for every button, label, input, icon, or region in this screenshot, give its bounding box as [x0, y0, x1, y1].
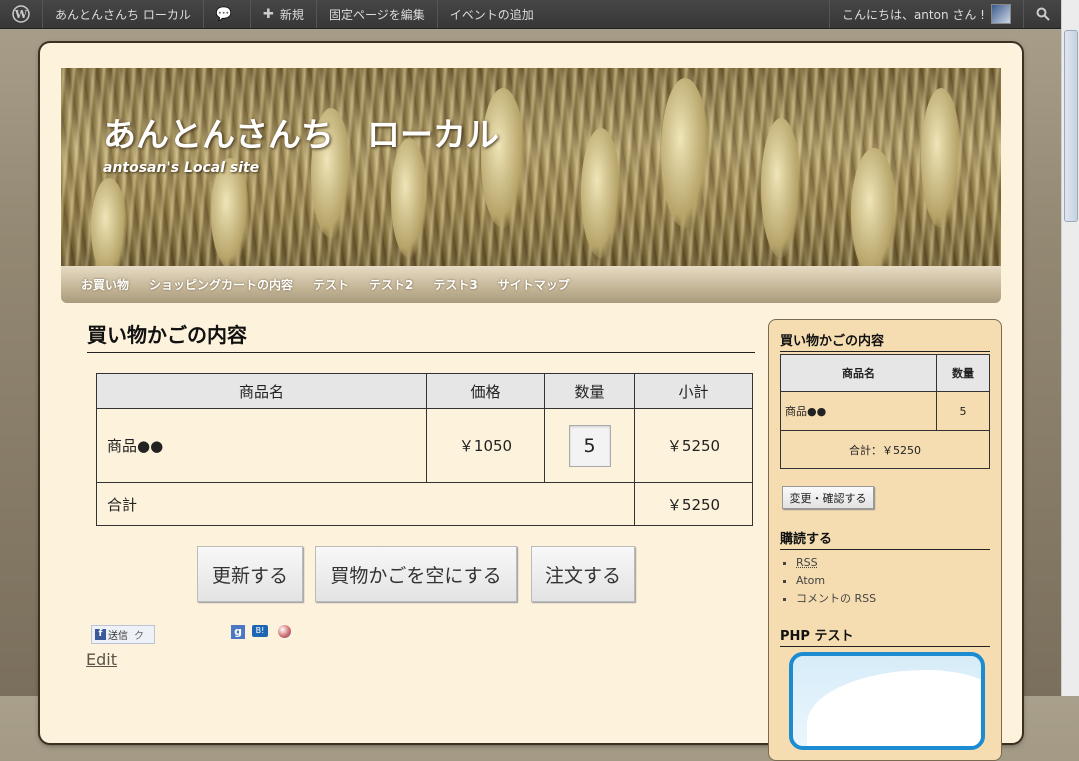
item-price: ￥1050	[426, 408, 545, 483]
greeting-text: こんにちは、anton さん !	[841, 7, 985, 22]
php-test-image	[789, 652, 985, 750]
cart-table: 商品名 価格 数量 小計 商品●● ￥1050 5 ￥5250 合計 ￥5250	[96, 373, 753, 526]
rss-link[interactable]: RSS	[796, 556, 818, 569]
sidebar-cart-total: 合計：￥5250	[780, 430, 990, 469]
other-share-icon[interactable]	[278, 625, 291, 638]
list-item[interactable]: Atom	[796, 572, 876, 590]
comments-rss-link[interactable]: コメントの RSS	[796, 592, 876, 605]
total-value: ￥5250	[634, 482, 753, 526]
site-description: antosan's Local site	[103, 160, 260, 176]
vertical-scrollbar[interactable]	[1061, 0, 1079, 696]
avatar	[991, 4, 1011, 24]
sidebar-item-qty: 5	[936, 391, 990, 431]
facebook-icon: f	[95, 629, 106, 640]
item-subtotal: ￥5250	[634, 408, 753, 483]
table-row: 商品●● 5	[780, 391, 990, 431]
php-test-title: PHP テスト	[780, 625, 990, 647]
quantity-input[interactable]: 5	[568, 424, 611, 467]
plus-icon: ✚	[263, 6, 274, 22]
svg-text:W: W	[14, 8, 28, 21]
atom-link[interactable]: Atom	[796, 574, 825, 587]
wordpress-logo-icon[interactable]: W	[0, 0, 43, 28]
sidebar-cart-table: 商品名 数量 商品●● 5 合計：￥5250	[780, 354, 990, 469]
subscribe-title: 購読する	[780, 528, 990, 550]
comments-icon[interactable]: 💬	[204, 0, 252, 28]
sidebar-cart-title: 買い物かごの内容	[780, 330, 990, 352]
sidebar-item-name: 商品●●	[780, 391, 937, 431]
sidebar: 買い物かごの内容 商品名 数量 商品●● 5 合計：￥5250 変更・確認する …	[768, 319, 1002, 761]
nav-item-shopping[interactable]: お買い物	[81, 276, 129, 293]
nav-item-sitemap[interactable]: サイトマップ	[498, 276, 570, 293]
admin-bar: W あんとんさんち ローカル 💬 ✚ 新規 固定ページを編集 イベントの追加 こん…	[0, 0, 1062, 29]
new-label: 新規	[279, 7, 304, 22]
sidebar-col-qty: 数量	[936, 354, 990, 392]
cart-header-row: 商品名 価格 数量 小計	[96, 373, 753, 409]
sidebar-col-name: 商品名	[780, 354, 937, 392]
item-name: 商品●●	[96, 408, 427, 483]
search-icon[interactable]	[1023, 0, 1062, 28]
admin-site-name[interactable]: あんとんさんち ローカル	[43, 0, 204, 28]
update-button[interactable]: 更新する	[197, 546, 303, 602]
nav-item-test2[interactable]: テスト2	[369, 276, 413, 293]
facebook-send-label: 送信	[108, 631, 128, 642]
list-item[interactable]: RSS	[796, 554, 876, 572]
col-header-price: 価格	[426, 373, 545, 409]
page-container: あんとんさんち ローカル antosan's Local site お買い物 シ…	[40, 43, 1022, 761]
edit-link[interactable]: Edit	[86, 650, 117, 669]
facebook-share-button[interactable]: f 送信ク	[91, 625, 155, 644]
nav-item-test[interactable]: テスト	[313, 276, 349, 293]
col-header-qty: 数量	[544, 373, 635, 409]
scrollbar-thumb[interactable]	[1064, 30, 1078, 222]
google-bookmark-icon[interactable]: g	[231, 625, 245, 639]
change-confirm-button[interactable]: 変更・確認する	[782, 486, 874, 509]
table-row: 商品●● ￥1050 5 ￥5250	[96, 408, 753, 483]
total-label: 合計	[96, 482, 635, 526]
page-title: 買い物かごの内容	[87, 319, 755, 353]
facebook-label-tail: ク	[134, 631, 144, 642]
nav-item-test3[interactable]: テスト3	[433, 276, 477, 293]
list-item[interactable]: コメントの RSS	[796, 590, 876, 608]
hatena-bookmark-icon[interactable]: B!	[252, 625, 268, 637]
subscribe-list: RSS Atom コメントの RSS	[780, 554, 876, 608]
col-header-name: 商品名	[96, 373, 427, 409]
add-event-link[interactable]: イベントの追加	[438, 0, 546, 28]
total-row: 合計 ￥5250	[96, 482, 753, 526]
site-title[interactable]: あんとんさんち ローカル	[103, 108, 499, 156]
main-nav: お買い物 ショッピングカートの内容 テスト テスト2 テスト3 サイトマップ	[61, 266, 1001, 303]
order-button[interactable]: 注文する	[531, 546, 635, 602]
nav-item-cart[interactable]: ショッピングカートの内容	[149, 276, 293, 293]
header-image: あんとんさんち ローカル antosan's Local site	[61, 68, 1001, 266]
user-greeting[interactable]: こんにちは、anton さん !	[828, 0, 1023, 28]
new-content-menu[interactable]: ✚ 新規	[251, 0, 317, 28]
edit-page-link[interactable]: 固定ページを編集	[317, 0, 438, 28]
col-header-subtotal: 小計	[634, 373, 753, 409]
empty-cart-button[interactable]: 買物かごを空にする	[315, 546, 517, 602]
